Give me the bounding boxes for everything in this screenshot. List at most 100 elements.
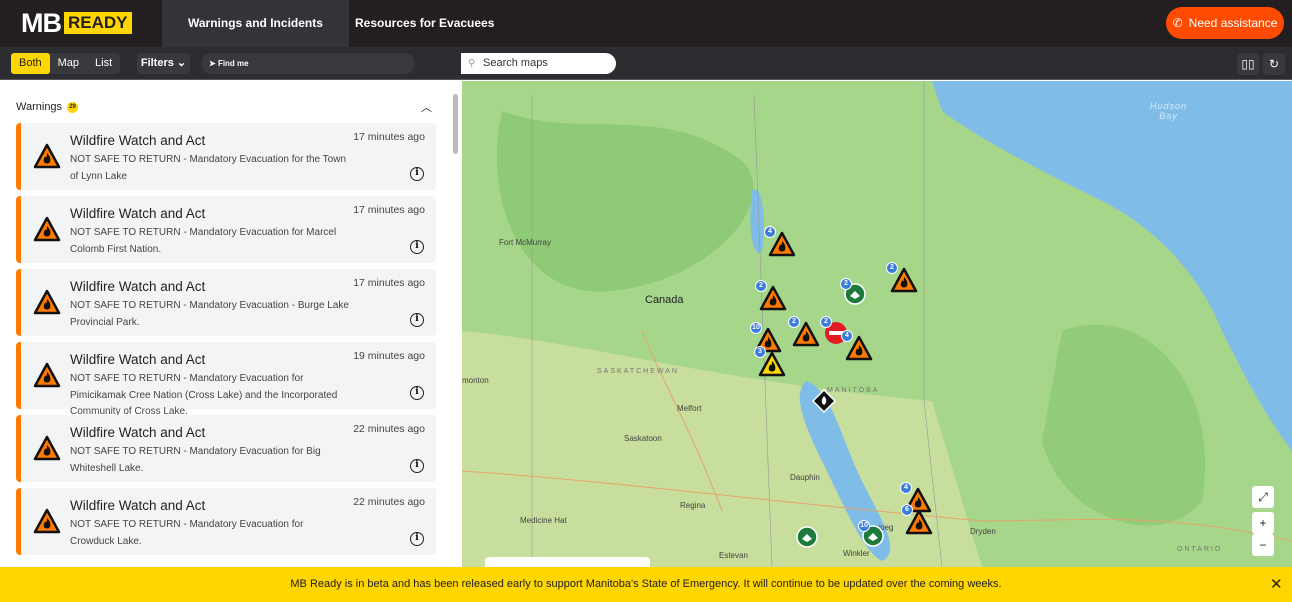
marker-count-badge: 2 — [820, 316, 832, 328]
marker-count-badge: 4 — [764, 226, 776, 238]
label-regina: Regina — [680, 501, 706, 510]
find-me-group: ➤ Find me ⚲ Search maps — [201, 53, 616, 74]
map-marker-wildfire[interactable]: 2 — [886, 262, 918, 298]
map-marker-wildfire[interactable]: 4 — [841, 330, 873, 366]
wildfire-warning-icon — [33, 435, 61, 466]
warning-description: NOT SAFE TO RETURN - Mandatory Evacuatio… — [70, 227, 337, 255]
marker-count-badge: 3 — [754, 346, 766, 358]
warning-time: 22 minutes ago — [353, 423, 425, 435]
label-estevan: Estevan — [719, 551, 748, 560]
map[interactable]: Fort McMurray Canada SASKATCHEWAN monton… — [462, 81, 1292, 567]
split-view-button[interactable]: ▯▯ — [1237, 53, 1259, 75]
filters-dropdown[interactable]: Filters ⌄ — [137, 53, 190, 74]
expand-icon: ⤢ — [1258, 490, 1268, 504]
wildfire-warning-icon — [33, 289, 61, 320]
zoom-in-button[interactable]: + — [1252, 512, 1274, 534]
view-toggle: Both Map List — [11, 53, 121, 74]
need-assistance-label: Need assistance — [1188, 16, 1278, 30]
label-dryden: Dryden — [970, 527, 996, 536]
fullscreen-button[interactable]: ⤢ — [1252, 486, 1274, 508]
label-fort-mcmurray: Fort McMurray — [499, 238, 551, 247]
phone-icon: ✆ — [1172, 16, 1183, 30]
map-marker-wildfire[interactable]: 2 — [755, 280, 787, 316]
label-saskatchewan: SASKATCHEWAN — [597, 368, 679, 375]
marker-count-badge: 6 — [901, 504, 913, 516]
refresh-button[interactable]: ↻ — [1263, 53, 1285, 75]
beta-banner-text: MB Ready is in beta and has been release… — [290, 578, 1002, 590]
wildfire-warning-icon — [33, 362, 61, 393]
warnings-title: Warnings — [16, 101, 63, 113]
reception-centre-icon — [862, 525, 884, 551]
warning-card[interactable]: Wildfire Watch and Act 19 minutes ago NO… — [16, 342, 436, 417]
zoom-out-button[interactable]: − — [1252, 534, 1274, 556]
label-dauphin: Dauphin — [790, 473, 820, 482]
map-marker-wildfire[interactable]: 2 — [788, 316, 820, 352]
map-marker-fire-incident[interactable] — [811, 388, 837, 418]
mb-ready-logo[interactable]: MB READY — [21, 10, 132, 37]
map-marker-wildfire-advisory[interactable]: 3 — [754, 346, 786, 382]
warning-card[interactable]: Wildfire Watch and Act 22 minutes ago NO… — [16, 415, 436, 482]
search-placeholder: Search maps — [483, 57, 548, 69]
warning-description: NOT SAFE TO RETURN - Mandatory Evacuatio… — [70, 154, 347, 182]
warning-time: 17 minutes ago — [353, 131, 425, 143]
search-input[interactable]: ⚲ Search maps — [461, 53, 616, 74]
beta-banner: MB Ready is in beta and has been release… — [0, 567, 1292, 602]
warning-time: 17 minutes ago — [353, 277, 425, 289]
warning-card[interactable]: Wildfire Watch and Act 17 minutes ago NO… — [16, 123, 436, 190]
view-list-button[interactable]: List — [87, 53, 120, 74]
scrollbar-thumb[interactable] — [453, 94, 458, 154]
close-icon[interactable]: ✕ — [1270, 567, 1283, 602]
wildfire-icon — [768, 231, 796, 261]
warning-card[interactable]: Wildfire Watch and Act 17 minutes ago NO… — [16, 196, 436, 263]
info-icon[interactable]: i — [410, 240, 424, 254]
info-icon[interactable]: i — [410, 167, 424, 181]
search-icon: ⚲ — [468, 58, 476, 69]
find-me-button[interactable]: ➤ Find me — [209, 53, 249, 74]
scrollbar[interactable] — [452, 91, 458, 567]
chevron-down-icon: ⌄ — [176, 57, 187, 69]
tab-warnings-and-incidents[interactable]: Warnings and Incidents — [162, 0, 349, 47]
warning-title: Wildfire Watch and Act — [70, 498, 206, 513]
map-marker-support-centre[interactable] — [796, 526, 818, 553]
warning-card[interactable]: Wildfire Watch and Act 17 minutes ago NO… — [16, 269, 436, 336]
label-hudson-bay: Hudson Bay — [1150, 101, 1187, 121]
marker-count-badge: 10 — [858, 520, 870, 532]
warning-card[interactable]: Wildfire Watch and Act 22 minutes ago NO… — [16, 488, 436, 555]
label-saskatoon: Saskatoon — [624, 434, 662, 443]
map-marker-reception-centre[interactable]: 2 — [840, 278, 866, 310]
reception-centre-icon — [844, 283, 866, 309]
map-marker-reception-centre[interactable]: 10 — [858, 520, 884, 552]
info-icon[interactable]: i — [410, 313, 424, 327]
find-me-label: Find me — [217, 59, 249, 68]
info-icon[interactable]: i — [410, 386, 424, 400]
location-arrow-icon: ➤ — [209, 59, 216, 68]
label-canada: Canada — [645, 294, 684, 306]
warning-title: Wildfire Watch and Act — [70, 352, 206, 367]
view-both-button[interactable]: Both — [11, 53, 50, 74]
wildfire-warning-icon — [33, 216, 61, 247]
refresh-icon: ↻ — [1268, 57, 1280, 71]
warning-description: NOT SAFE TO RETURN - Mandatory Evacuatio… — [70, 300, 349, 328]
warning-description: NOT SAFE TO RETURN - Mandatory Evacuatio… — [70, 446, 321, 474]
map-marker-wildfire[interactable]: 6 — [901, 504, 933, 540]
warnings-header[interactable]: Warnings 29 — [16, 101, 79, 113]
wildfire-warning-icon — [33, 143, 61, 174]
need-assistance-button[interactable]: ✆ Need assistance — [1166, 7, 1284, 39]
map-marker-wildfire[interactable]: 4 — [764, 226, 796, 262]
map-toolbar: Both Map List Filters ⌄ ➤ Find me ⚲ Searc… — [0, 47, 1292, 80]
view-map-button[interactable]: Map — [50, 53, 87, 74]
chevron-up-icon[interactable]: ︿ — [421, 99, 432, 115]
marker-count-badge: 2 — [788, 316, 800, 328]
info-icon[interactable]: i — [410, 459, 424, 473]
warning-description: NOT SAFE TO RETURN - Mandatory Evacuatio… — [70, 519, 304, 547]
warning-time: 22 minutes ago — [353, 496, 425, 508]
columns-icon: ▯▯ — [1241, 57, 1255, 71]
map-legend[interactable] — [485, 557, 650, 567]
tab-resources-for-evacuees[interactable]: Resources for Evacuees — [329, 0, 520, 47]
warning-title: Wildfire Watch and Act — [70, 425, 206, 440]
wildfire-icon — [759, 285, 787, 315]
warning-time: 19 minutes ago — [353, 350, 425, 362]
wildfire-icon — [845, 335, 873, 365]
info-icon[interactable]: i — [410, 532, 424, 546]
marker-count-badge: 2 — [755, 280, 767, 292]
